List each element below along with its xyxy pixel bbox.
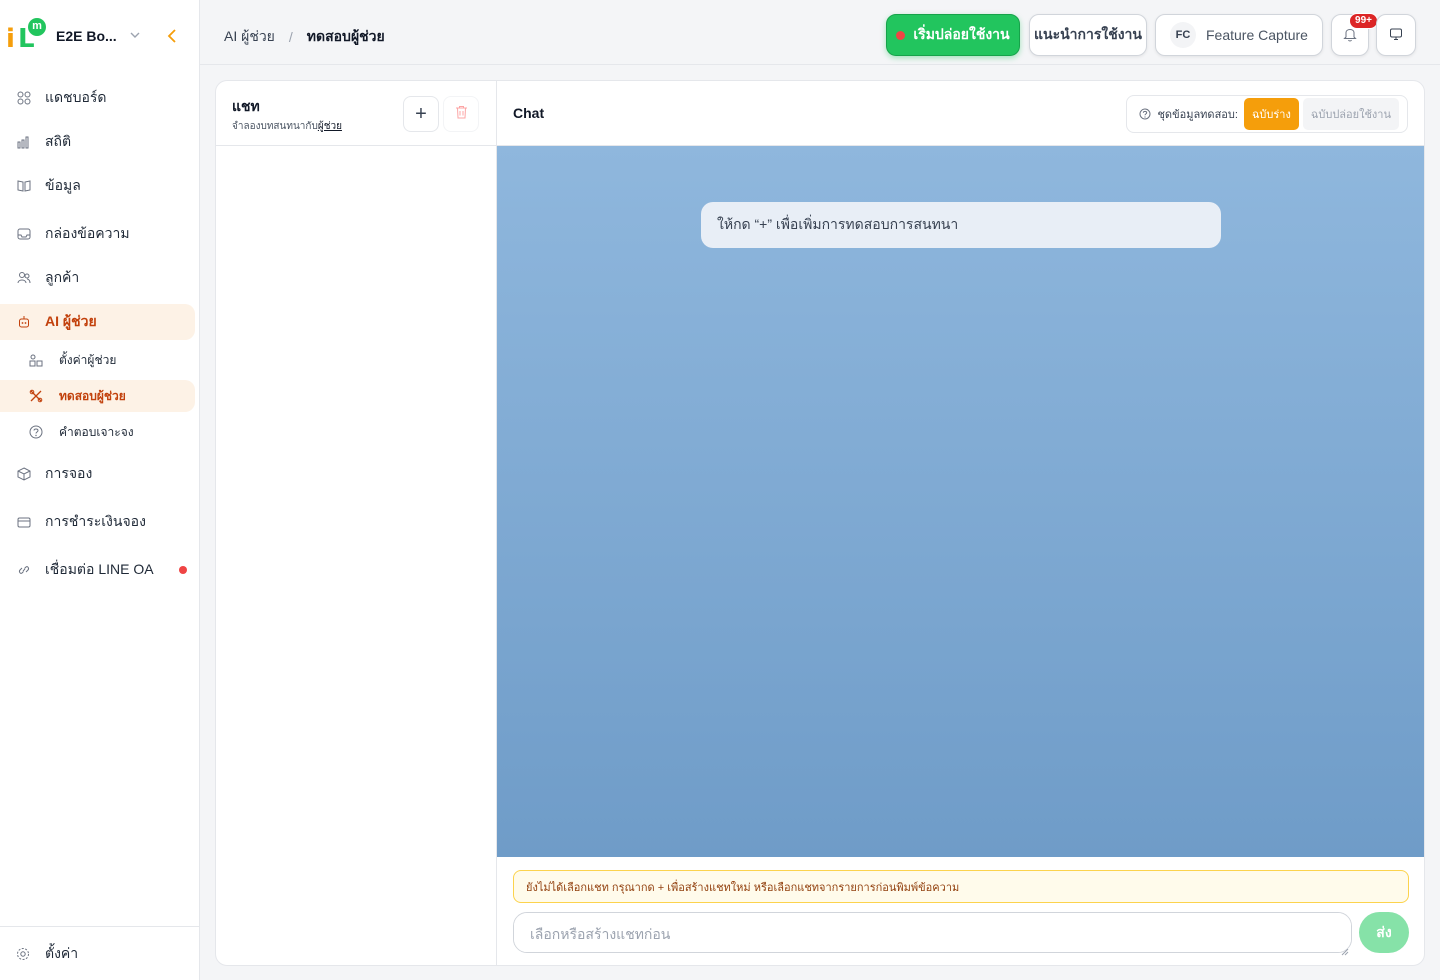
send-button[interactable]: ส่ง xyxy=(1359,912,1409,953)
guide-button-label: แนะนำการใช้งาน xyxy=(1033,26,1142,42)
sidebar-item-label: การจอง xyxy=(45,465,93,481)
chat-panel: Chat ชุดข้อมูลทดสอบ: ฉบับร่าง ฉบับปล่อยใ… xyxy=(496,80,1425,966)
launch-button[interactable]: เริ่มปล่อยใช้งาน xyxy=(886,14,1020,56)
sidebar-item-label: กล่องข้อความ xyxy=(45,225,130,241)
book-icon xyxy=(16,178,32,194)
sidebar-item-inbox[interactable]: กล่องข้อความ xyxy=(0,216,195,252)
sidebar-item-stats[interactable]: สถิติ xyxy=(0,124,195,160)
box-icon xyxy=(16,466,32,482)
avatar: FC xyxy=(1170,22,1196,48)
sidebar-item-label: การชำระเงินจอง xyxy=(45,513,146,529)
grid-icon xyxy=(16,90,32,106)
sidebar-item-data[interactable]: ข้อมูล xyxy=(0,168,195,204)
sidebar-item-settings[interactable]: ตั้งค่า xyxy=(0,926,199,980)
notification-badge: 99+ xyxy=(1349,13,1378,29)
gear-icon xyxy=(16,946,32,962)
sidebar-item-ai-assistant[interactable]: AI ผู้ช่วย xyxy=(0,304,195,340)
feature-capture-button[interactable]: FC Feature Capture xyxy=(1155,14,1323,56)
notification-button[interactable]: 99+ xyxy=(1331,13,1378,56)
sidebar-footer-label: ตั้งค่า xyxy=(45,944,79,961)
chevron-down-icon[interactable] xyxy=(130,30,140,43)
message-input[interactable] xyxy=(513,912,1352,953)
guide-button[interactable]: แนะนำการใช้งาน xyxy=(1029,14,1147,56)
app-logo: iLm xyxy=(4,18,46,54)
monitor-icon xyxy=(1389,27,1403,44)
breadcrumb-separator: / xyxy=(288,29,293,45)
sidebar-item-dashboard[interactable]: แดชบอร์ด xyxy=(0,80,195,116)
hint-message: ให้กด “+” เพื่อเพิ่มการทดสอบการสนทนา xyxy=(701,202,1221,248)
no-chat-warning: ยังไม่ได้เลือกแชท กรุณากด + เพื่อสร้างแช… xyxy=(513,870,1409,903)
settings-sliders-icon xyxy=(28,352,44,368)
workspace-name[interactable]: E2E Bo... xyxy=(56,28,124,44)
add-chat-button[interactable]: + xyxy=(403,96,439,132)
sidebar-item-line-oa[interactable]: เชื่อมต่อ LINE OA xyxy=(0,552,195,588)
collapse-sidebar-icon[interactable] xyxy=(162,26,182,46)
sidebar-header: iLm E2E Bo... xyxy=(0,0,199,72)
breadcrumb: AI ผู้ช่วย / ทดสอบผู้ช่วย xyxy=(224,26,385,48)
alert-dot xyxy=(179,566,187,574)
users-icon xyxy=(16,270,32,286)
chat-header: Chat ชุดข้อมูลทดสอบ: ฉบับร่าง ฉบับปล่อยใ… xyxy=(497,81,1424,146)
help-circle-icon[interactable] xyxy=(1139,108,1151,120)
chat-list-panel: แชท จำลองบทสนทนากับผู้ช่วย + xyxy=(215,80,496,966)
sidebar-item-test-assistant[interactable]: ทดสอบผู้ช่วย xyxy=(0,380,195,412)
launch-button-label: เริ่มปล่อยใช้งาน xyxy=(913,26,1010,42)
sidebar-item-label: ตั้งค่าผู้ช่วย xyxy=(59,352,117,367)
resize-handle-icon[interactable] xyxy=(1341,943,1349,956)
breadcrumb-current: ทดสอบผู้ช่วย xyxy=(306,28,385,44)
feature-capture-label: Feature Capture xyxy=(1206,27,1308,43)
trash-icon xyxy=(455,105,468,124)
sidebar-item-assistant-settings[interactable]: ตั้งค่าผู้ช่วย xyxy=(0,344,195,376)
chat-list-subtitle-text: จำลองบทสนทนากับ xyxy=(232,121,318,132)
link-icon xyxy=(16,562,32,578)
sidebar-item-label: แดชบอร์ด xyxy=(45,89,107,105)
tools-icon xyxy=(28,388,44,404)
dataset-production-toggle[interactable]: ฉบับปล่อยใช้งาน xyxy=(1302,98,1399,130)
sidebar-item-booking[interactable]: การจอง xyxy=(0,456,195,492)
chat-list-header: แชท จำลองบทสนทนากับผู้ช่วย + xyxy=(216,81,496,146)
bot-icon xyxy=(16,314,32,330)
chat-title: Chat xyxy=(513,105,545,121)
credit-card-icon xyxy=(16,514,32,530)
sidebar-item-label: เชื่อมต่อ LINE OA xyxy=(45,561,154,577)
sidebar-item-label: สถิติ xyxy=(45,133,72,149)
dataset-label: ชุดข้อมูลทดสอบ: xyxy=(1157,109,1238,121)
status-dot xyxy=(896,30,906,40)
inbox-icon xyxy=(16,226,32,242)
help-circle-icon xyxy=(28,424,44,440)
dataset-draft-toggle[interactable]: ฉบับร่าง xyxy=(1243,98,1299,130)
dataset-selector: ชุดข้อมูลทดสอบ: ฉบับร่าง ฉบับปล่อยใช้งาน xyxy=(1126,95,1408,133)
chat-list-subtitle: จำลองบทสนทนากับผู้ช่วย xyxy=(232,119,342,134)
topbar: AI ผู้ช่วย / ทดสอบผู้ช่วย เริ่มปล่อยใช้ง… xyxy=(200,0,1440,65)
bar-chart-icon xyxy=(16,134,32,150)
display-button[interactable] xyxy=(1376,14,1416,56)
sidebar-item-label: ลูกค้า xyxy=(45,269,80,285)
sidebar-item-label: ทดสอบผู้ช่วย xyxy=(59,388,126,403)
sidebar-item-label: คำตอบเจาะจง xyxy=(59,424,134,439)
chat-list-title: แชท xyxy=(232,98,260,114)
sidebar-item-specific-answers[interactable]: คำตอบเจาะจง xyxy=(0,416,195,448)
assistant-link[interactable]: ผู้ช่วย xyxy=(318,121,342,132)
sidebar: iLm E2E Bo... แดชบอร์ด สถิติ ข้อมูล กล่อ… xyxy=(0,0,200,980)
breadcrumb-parent[interactable]: AI ผู้ช่วย xyxy=(224,26,275,48)
sidebar-item-label: AI ผู้ช่วย xyxy=(45,313,97,329)
sidebar-item-label: ข้อมูล xyxy=(45,177,81,193)
sidebar-item-booking-payment[interactable]: การชำระเงินจอง xyxy=(0,504,195,540)
delete-chat-button[interactable] xyxy=(443,96,479,132)
chat-messages-area: ให้กด “+” เพื่อเพิ่มการทดสอบการสนทนา xyxy=(497,146,1424,857)
sidebar-item-customers[interactable]: ลูกค้า xyxy=(0,260,195,296)
